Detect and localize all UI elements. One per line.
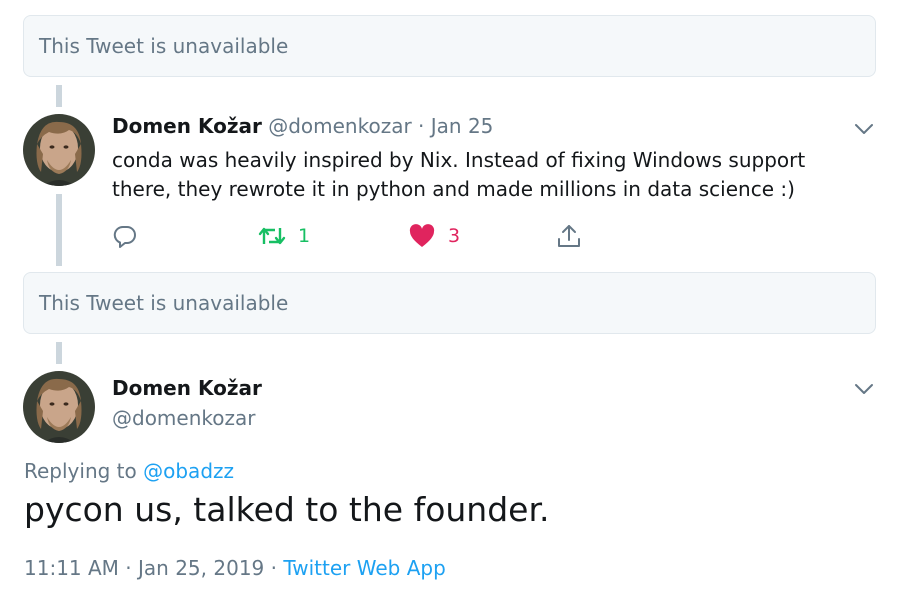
unavailable-tweet-1: This Tweet is unavailable [23,15,876,77]
heart-icon [408,223,436,249]
replying-prefix: Replying to [24,459,137,483]
thread-line [56,342,62,364]
separator: · [270,556,277,580]
avatar[interactable] [23,114,95,186]
thread-line [56,85,62,107]
share-icon [556,223,582,249]
avatar[interactable] [23,371,95,443]
unavailable-tweet-2: This Tweet is unavailable [23,272,876,334]
retweet-icon [258,224,286,248]
like-count: 3 [448,225,461,247]
username[interactable]: @domenkozar [268,114,411,138]
display-name[interactable]: Domen Kožar [112,376,262,400]
tweet-header: Domen Kožar @domenkozar · Jan 25 [112,114,493,138]
tweet-text: conda was heavily inspired by Nix. Inste… [112,148,806,201]
chevron-down-icon[interactable] [852,377,876,401]
source-app-link[interactable]: Twitter Web App [283,556,445,580]
timestamp[interactable]: Jan 25 [431,114,494,138]
separator: · [418,114,425,138]
retweet-count: 1 [298,225,311,247]
tweet-text: pycon us, talked to the founder. [24,490,550,529]
tweet-time[interactable]: 11:11 AM [24,556,119,580]
like-button[interactable]: 3 [408,222,460,250]
tweet-meta: 11:11 AM · Jan 25, 2019 · Twitter Web Ap… [24,556,446,580]
thread-line [56,194,62,266]
share-button[interactable] [556,222,582,250]
display-name[interactable]: Domen Kožar [112,114,262,138]
replying-to: Replying to @obadzz [24,459,234,483]
tweet-date[interactable]: Jan 25, 2019 [138,556,264,580]
mention-link[interactable]: @obadzz [143,459,234,483]
reply-icon [112,223,138,249]
reply-button[interactable] [112,222,138,250]
username[interactable]: @domenkozar [112,406,255,430]
retweet-button[interactable]: 1 [258,222,310,250]
separator: · [125,556,132,580]
chevron-down-icon[interactable] [852,117,876,141]
